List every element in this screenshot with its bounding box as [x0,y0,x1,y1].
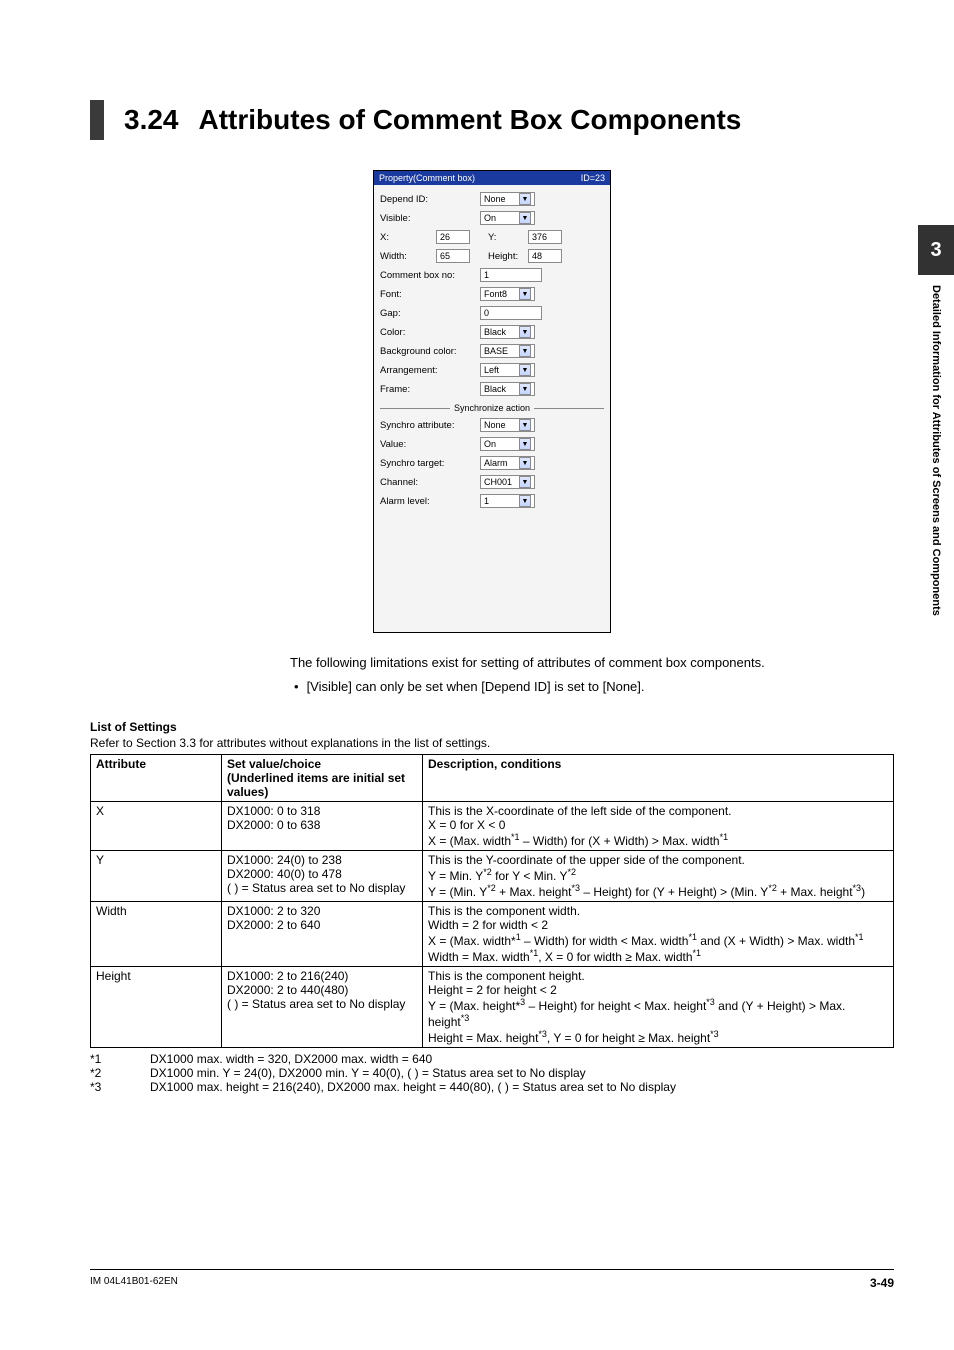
heading-accent-bar [90,100,104,140]
width-input[interactable]: 65 [436,249,470,263]
bullet-text: [Visible] can only be set when [Depend I… [307,677,645,697]
frame-select[interactable]: Black▼ [480,382,535,396]
x-label: X: [380,232,436,243]
sync-divider-label: Synchronize action [450,403,534,413]
frame-label: Frame: [380,384,480,395]
th-attribute: Attribute [91,755,222,802]
th-description: Description, conditions [423,755,894,802]
font-select[interactable]: Font8▼ [480,287,535,301]
synchro-target-select[interactable]: Alarm▼ [480,456,535,470]
y-input[interactable]: 376 [528,230,562,244]
cell-attr: Y [91,851,222,902]
gap-input[interactable]: 0 [480,306,542,320]
depend-id-select[interactable]: None▼ [480,192,535,206]
visible-label: Visible: [380,213,480,224]
sync-divider: Synchronize action [380,403,604,413]
cell-attr: Height [91,967,222,1048]
footnote-key: *3 [90,1080,150,1094]
bullet-icon: • [294,677,299,697]
intro-text: The following limitations exist for sett… [290,653,864,673]
x-input[interactable]: 26 [436,230,470,244]
table-row: X DX1000: 0 to 318 DX2000: 0 to 638 This… [91,802,894,851]
table-row: Y DX1000: 24(0) to 238 DX2000: 40(0) to … [91,851,894,902]
chevron-down-icon: ▼ [519,495,531,507]
chevron-down-icon: ▼ [519,288,531,300]
synchro-attribute-label: Synchro attribute: [380,420,480,431]
chevron-down-icon: ▼ [519,383,531,395]
footnotes: *1DX1000 max. width = 320, DX2000 max. w… [90,1052,894,1094]
footnote-key: *1 [90,1052,150,1066]
side-tab: 3 Detailed Information for Attributes of… [918,225,954,616]
arrangement-select[interactable]: Left▼ [480,363,535,377]
cell-desc: This is the component width. Width = 2 f… [423,902,894,967]
height-label: Height: [488,251,528,262]
property-id: ID=23 [581,173,605,183]
gap-label: Gap: [380,308,480,319]
table-row: Height DX1000: 2 to 216(240) DX2000: 2 t… [91,967,894,1048]
cell-desc: This is the component height. Height = 2… [423,967,894,1048]
alarm-level-label: Alarm level: [380,496,480,507]
cell-attr: Width [91,902,222,967]
chevron-down-icon: ▼ [519,476,531,488]
cell-desc: This is the Y-coordinate of the upper si… [423,851,894,902]
font-label: Font: [380,289,480,300]
chevron-down-icon: ▼ [519,326,531,338]
height-input[interactable]: 48 [528,249,562,263]
channel-label: Channel: [380,477,480,488]
color-label: Color: [380,327,480,338]
table-row: Width DX1000: 2 to 320 DX2000: 2 to 640 … [91,902,894,967]
chevron-down-icon: ▼ [519,457,531,469]
color-select[interactable]: Black▼ [480,325,535,339]
y-label: Y: [488,232,528,243]
value-label: Value: [380,439,480,450]
footer-doc-id: IM 04L41B01-62EN [90,1276,178,1290]
visible-select[interactable]: On▼ [480,211,535,225]
arrangement-label: Arrangement: [380,365,480,376]
th-set-value: Set value/choice (Underlined items are i… [222,755,423,802]
body-text: The following limitations exist for sett… [290,653,864,696]
settings-table: Attribute Set value/choice (Underlined i… [90,754,894,1048]
property-panel: Property(Comment box) ID=23 Depend ID: N… [373,170,611,633]
chapter-index-badge: 3 [918,225,954,275]
bg-color-label: Background color: [380,346,480,357]
cell-desc: This is the X-coordinate of the left sid… [423,802,894,851]
section-title: Attributes of Comment Box Components [199,104,742,136]
chevron-down-icon: ▼ [519,438,531,450]
synchro-target-label: Synchro target: [380,458,480,469]
chevron-down-icon: ▼ [519,364,531,376]
section-number: 3.24 [124,104,179,136]
cell-set: DX1000: 2 to 216(240) DX2000: 2 to 440(4… [222,967,423,1048]
page-footer: IM 04L41B01-62EN 3-49 [90,1269,894,1290]
footnote-text: DX1000 max. width = 320, DX2000 max. wid… [150,1052,432,1066]
footnote-key: *2 [90,1066,150,1080]
chevron-down-icon: ▼ [519,419,531,431]
channel-select[interactable]: CH001▼ [480,475,535,489]
property-title: Property(Comment box) [379,173,475,183]
footer-page-number: 3-49 [870,1276,894,1290]
property-panel-titlebar: Property(Comment box) ID=23 [374,171,610,185]
value-select[interactable]: On▼ [480,437,535,451]
section-heading: 3.24 Attributes of Comment Box Component… [90,100,894,140]
list-note: Refer to Section 3.3 for attributes with… [90,736,894,750]
cell-set: DX1000: 0 to 318 DX2000: 0 to 638 [222,802,423,851]
chapter-label: Detailed Information for Attributes of S… [930,275,942,616]
synchro-attribute-select[interactable]: None▼ [480,418,535,432]
width-label: Width: [380,251,436,262]
comment-box-no-input[interactable]: 1 [480,268,542,282]
bg-color-select[interactable]: BASE▼ [480,344,535,358]
cell-set: DX1000: 24(0) to 238 DX2000: 40(0) to 47… [222,851,423,902]
chevron-down-icon: ▼ [519,345,531,357]
cell-attr: X [91,802,222,851]
chevron-down-icon: ▼ [519,212,531,224]
footnote-text: DX1000 min. Y = 24(0), DX2000 min. Y = 4… [150,1066,586,1080]
chevron-down-icon: ▼ [519,193,531,205]
footnote-text: DX1000 max. height = 216(240), DX2000 ma… [150,1080,676,1094]
comment-box-no-label: Comment box no: [380,270,480,281]
alarm-level-select[interactable]: 1▼ [480,494,535,508]
cell-set: DX1000: 2 to 320 DX2000: 2 to 640 [222,902,423,967]
list-heading: List of Settings [90,720,894,734]
depend-id-label: Depend ID: [380,194,480,205]
